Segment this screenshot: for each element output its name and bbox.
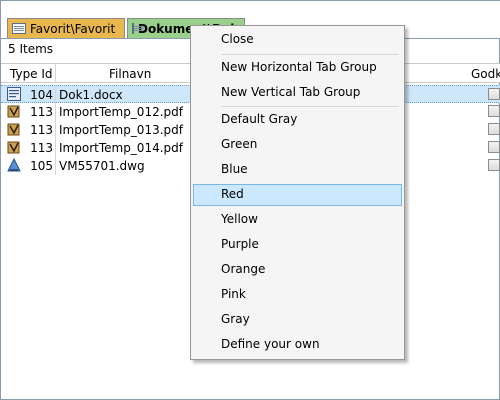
column-divider — [55, 157, 56, 175]
menu-item-yellow[interactable]: Yellow — [193, 209, 402, 231]
import-file-icon — [7, 123, 20, 136]
column-divider — [55, 121, 56, 139]
menu-item-blue[interactable]: Blue — [193, 159, 402, 181]
menu-item-purple[interactable]: Purple — [193, 234, 402, 256]
column-divider[interactable] — [55, 64, 56, 83]
document-tab-icon — [132, 23, 144, 34]
approved-checkbox[interactable] — [488, 88, 500, 100]
menu-item-new-vertical-tab-group[interactable]: New Vertical Tab Group — [193, 82, 402, 104]
menu-item-default-gray[interactable]: Default Gray — [193, 109, 402, 131]
row-type-id: 113 — [30, 141, 53, 155]
menu-item-green[interactable]: Green — [193, 134, 402, 156]
row-filename: ImportTemp_013.pdf — [59, 123, 183, 137]
drawing-file-icon — [7, 158, 21, 172]
column-divider — [55, 139, 56, 157]
row-type-id: 105 — [30, 159, 53, 173]
column-header-type-id[interactable]: Type Id — [10, 67, 53, 81]
menu-separator — [221, 54, 399, 55]
approved-checkbox[interactable] — [488, 141, 500, 153]
menu-item-orange[interactable]: Orange — [193, 259, 402, 281]
row-type-id: 104 — [30, 88, 53, 102]
menu-item-pink[interactable]: Pink — [193, 284, 402, 306]
menu-item-gray[interactable]: Gray — [193, 309, 402, 331]
approved-checkbox[interactable] — [488, 105, 500, 117]
import-file-icon — [7, 105, 20, 118]
row-filename: ImportTemp_014.pdf — [59, 141, 183, 155]
column-header-filename[interactable]: Filnavn — [109, 67, 151, 81]
items-count: 5 Items — [8, 42, 54, 56]
tab-favorit-label: Favorit\Favorit — [30, 21, 116, 36]
column-divider — [55, 103, 56, 121]
row-filename: ImportTemp_012.pdf — [59, 105, 183, 119]
menu-separator — [221, 106, 399, 107]
menu-item-define-your-own[interactable]: Define your own — [193, 334, 402, 356]
row-type-id: 113 — [30, 123, 53, 137]
tab-context-menu: Close New Horizontal Tab Group New Verti… — [190, 25, 405, 360]
menu-item-red[interactable]: Red — [193, 184, 402, 206]
row-filename: VM55701.dwg — [59, 159, 145, 173]
column-divider — [55, 86, 56, 104]
approved-checkbox[interactable] — [488, 123, 500, 135]
import-file-icon — [7, 141, 20, 154]
column-header-approved[interactable]: Godke — [471, 67, 500, 81]
approved-checkbox[interactable] — [488, 159, 500, 171]
row-type-id: 113 — [30, 105, 53, 119]
tab-favorit[interactable]: Favorit\Favorit — [7, 18, 125, 38]
row-filename: Dok1.docx — [59, 88, 123, 102]
document-tab-icon — [12, 23, 26, 34]
menu-item-close[interactable]: Close — [193, 29, 402, 51]
menu-item-new-horizontal-tab-group[interactable]: New Horizontal Tab Group — [193, 57, 402, 79]
word-document-icon — [7, 87, 21, 101]
